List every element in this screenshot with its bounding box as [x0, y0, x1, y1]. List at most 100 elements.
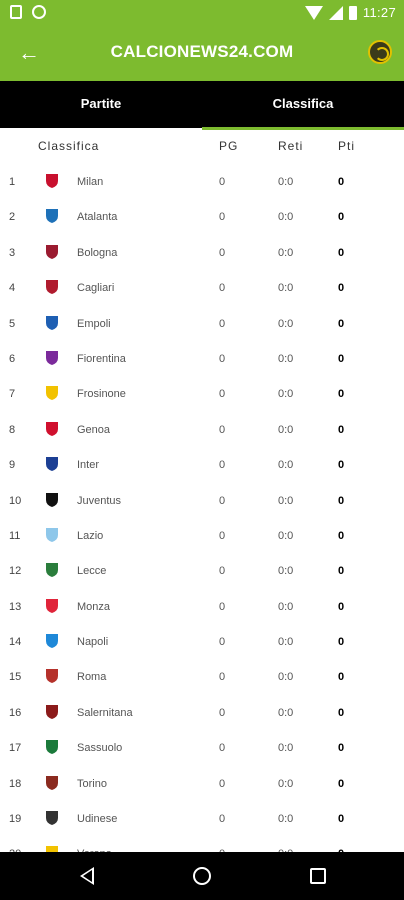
team-crest-icon — [46, 492, 58, 507]
points-cell: 0 — [338, 459, 345, 472]
nav-home-icon[interactable] — [193, 867, 211, 885]
played-cell: 0 — [219, 459, 226, 472]
goals-cell: 0:0 — [278, 494, 294, 507]
position-cell: 13 — [9, 600, 22, 613]
team-name: Inter — [77, 459, 100, 472]
table-row[interactable]: 9 Inter 0 0:0 0 — [0, 447, 404, 482]
team-name: Napoli — [77, 636, 109, 649]
table-row[interactable]: 16 Salernitana 0 0:0 0 — [0, 695, 404, 730]
team-name: Atalanta — [77, 211, 118, 224]
nav-recents-icon[interactable] — [310, 868, 326, 884]
points-cell: 0 — [338, 317, 345, 330]
team-name: Torino — [77, 777, 107, 790]
table-row[interactable]: 2 Atalanta 0 0:0 0 — [0, 199, 404, 234]
standings-list[interactable]: 1 Milan 0 0:0 0 2 Atalanta 0 0:0 0 3 Bologna 0 0:0 0 4 C… — [0, 164, 404, 852]
played-cell: 0 — [219, 813, 226, 826]
played-cell: 0 — [219, 352, 226, 365]
table-row[interactable]: 1 Milan 0 0:0 0 — [0, 164, 404, 199]
team-name: Lecce — [77, 565, 107, 578]
table-row[interactable]: 11 Lazio 0 0:0 0 — [0, 518, 404, 553]
points-cell: 0 — [338, 813, 345, 826]
sim-card-icon — [10, 5, 22, 19]
table-row[interactable]: 6 Fiorentina 0 0:0 0 — [0, 341, 404, 376]
standings-header: Classifica PG Reti Pti — [0, 128, 404, 162]
played-cell: 0 — [219, 282, 226, 295]
points-cell: 0 — [338, 494, 345, 507]
points-cell: 0 — [338, 565, 345, 578]
table-row[interactable]: 14 Napoli 0 0:0 0 — [0, 624, 404, 659]
header-team: Classifica — [38, 139, 100, 153]
goals-cell: 0:0 — [278, 388, 294, 401]
goals-cell: 0:0 — [278, 211, 294, 224]
team-name: Fiorentina — [77, 352, 126, 365]
team-name: Salernitana — [77, 706, 133, 719]
position-cell: 17 — [9, 742, 22, 755]
tab-bar: Partite Classifica — [0, 81, 404, 130]
table-row[interactable]: 15 Roma 0 0:0 0 — [0, 659, 404, 694]
nav-back-icon[interactable] — [80, 867, 94, 885]
team-crest-icon — [46, 209, 58, 224]
app-bar: ← CALCIONEWS24.COM — [0, 26, 404, 81]
position-cell: 9 — [9, 459, 16, 472]
table-row[interactable]: 17 Sassuolo 0 0:0 0 — [0, 730, 404, 765]
goals-cell: 0:0 — [278, 565, 294, 578]
played-cell: 0 — [219, 777, 226, 790]
wifi-icon — [304, 5, 323, 20]
position-cell: 5 — [9, 317, 16, 330]
team-name: Roma — [77, 671, 107, 684]
team-name: Empoli — [77, 317, 111, 330]
team-name: Juventus — [77, 494, 122, 507]
app-logo-icon[interactable] — [368, 40, 392, 64]
team-crest-icon — [46, 704, 58, 719]
position-cell: 18 — [9, 777, 22, 790]
points-cell: 0 — [338, 211, 345, 224]
team-name: Sassuolo — [77, 742, 123, 755]
position-cell: 3 — [9, 246, 16, 259]
position-cell: 7 — [9, 388, 16, 401]
played-cell: 0 — [219, 742, 226, 755]
system-nav-bar — [0, 852, 404, 900]
goals-cell: 0:0 — [278, 671, 294, 684]
points-cell: 0 — [338, 529, 345, 542]
team-crest-icon — [46, 174, 58, 188]
points-cell: 0 — [338, 176, 345, 188]
table-row[interactable]: 4 Cagliari 0 0:0 0 — [0, 270, 404, 305]
tab-partite[interactable]: Partite — [0, 81, 202, 128]
app-title: CALCIONEWS24.COM — [110, 42, 294, 61]
table-row[interactable]: 13 Monza 0 0:0 0 — [0, 589, 404, 624]
played-cell: 0 — [219, 176, 226, 188]
points-cell: 0 — [338, 706, 345, 719]
status-time: 11:27 — [362, 5, 396, 20]
goals-cell: 0:0 — [278, 317, 294, 330]
team-name: Milan — [77, 176, 104, 188]
table-row[interactable]: 8 Genoa 0 0:0 0 — [0, 412, 404, 447]
table-row[interactable]: 20Verona00:00 — [0, 836, 404, 852]
tab-classifica[interactable]: Classifica — [202, 81, 404, 130]
table-row[interactable]: 19 Udinese 0 0:0 0 — [0, 801, 404, 836]
goals-cell: 0:0 — [278, 529, 294, 542]
points-cell: 0 — [338, 636, 345, 649]
table-row[interactable]: 18 Torino 0 0:0 0 — [0, 766, 404, 801]
goals-cell: 0:0 — [278, 459, 294, 472]
table-row[interactable]: 3 Bologna 0 0:0 0 — [0, 235, 404, 270]
position-cell: 4 — [9, 282, 16, 295]
table-row[interactable]: 7 Frosinone 0 0:0 0 — [0, 376, 404, 411]
played-cell: 0 — [219, 529, 226, 542]
position-cell: 11 — [9, 529, 21, 542]
played-cell: 0 — [219, 211, 226, 224]
goals-cell: 0:0 — [278, 706, 294, 719]
played-cell: 0 — [219, 388, 226, 401]
team-crest-icon — [46, 527, 58, 542]
team-name: Udinese — [77, 813, 118, 826]
status-bar: 11:27 — [0, 0, 404, 26]
goals-cell: 0:0 — [278, 777, 294, 790]
points-cell: 0 — [338, 600, 345, 613]
team-crest-icon — [46, 634, 58, 649]
table-row[interactable]: 5 Empoli 0 0:0 0 — [0, 306, 404, 341]
table-row[interactable]: 12 Lecce 0 0:0 0 — [0, 553, 404, 588]
points-cell: 0 — [338, 388, 345, 401]
position-cell: 8 — [9, 423, 16, 436]
team-crest-icon — [46, 280, 58, 295]
points-cell: 0 — [338, 423, 345, 436]
table-row[interactable]: 10 Juventus 0 0:0 0 — [0, 483, 404, 518]
